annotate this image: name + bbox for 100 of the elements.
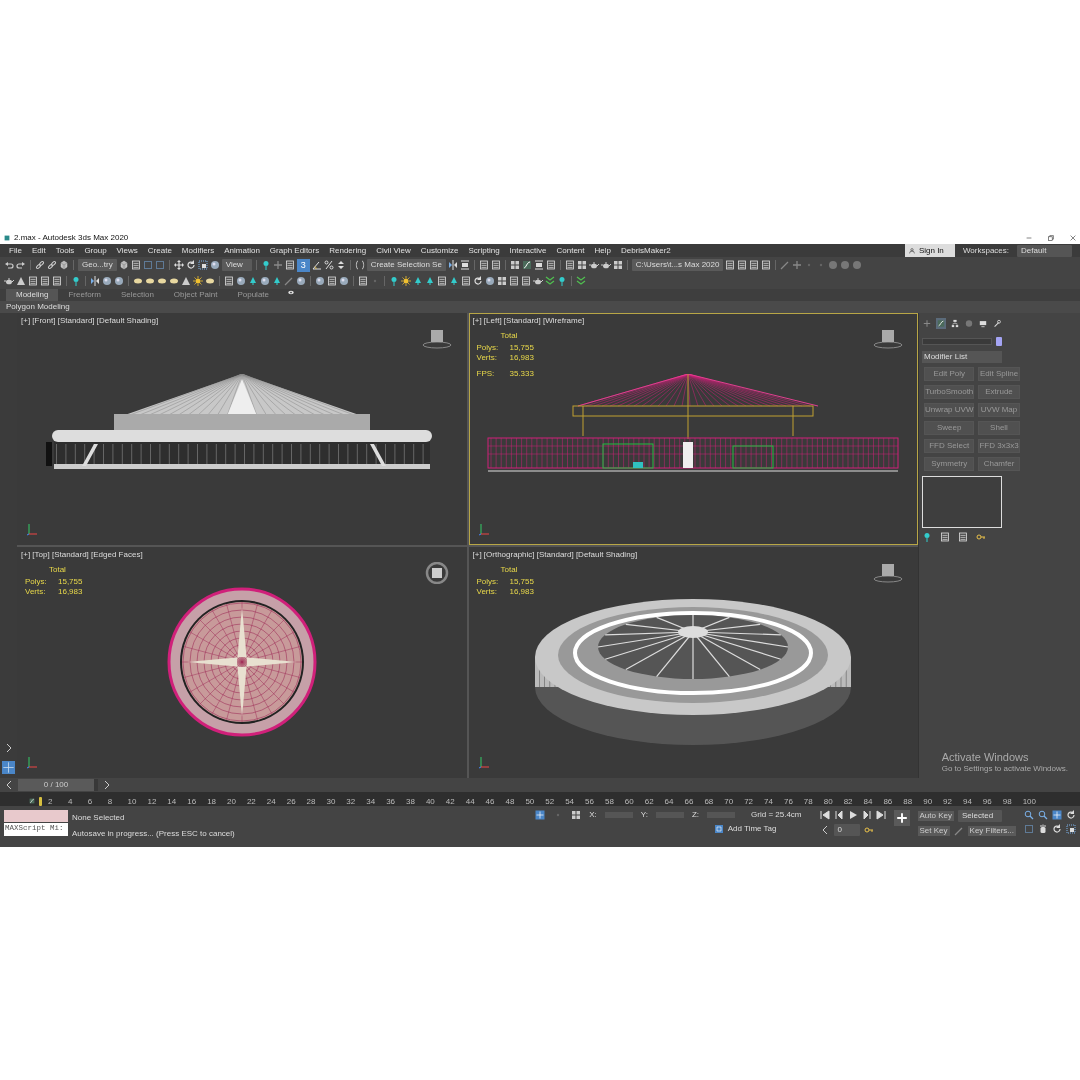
key-icon[interactable] [976, 532, 986, 542]
key-filters-button[interactable]: Key Filters... [967, 826, 1016, 836]
curve-icon[interactable] [29, 797, 35, 805]
table-icon[interactable] [509, 276, 519, 286]
crosshair-icon[interactable] [1052, 810, 1062, 820]
close-icon[interactable] [1070, 235, 1076, 241]
toolbar-dropdown[interactable]: View [221, 259, 252, 271]
listener-input-field[interactable] [4, 810, 68, 822]
table-icon[interactable] [749, 260, 760, 270]
cube-icon[interactable] [59, 260, 69, 270]
toolbar-dropdown[interactable]: Create Selection Se [366, 259, 446, 271]
disc-icon[interactable] [169, 276, 179, 286]
align-icon[interactable] [459, 260, 470, 270]
eye-icon[interactable] [287, 289, 295, 296]
grid-icon[interactable] [571, 810, 582, 820]
sphere-icon[interactable] [260, 276, 270, 286]
step-back-icon[interactable] [833, 810, 844, 820]
menu-item[interactable]: Group [79, 246, 112, 255]
frame-field[interactable]: 0 [833, 824, 860, 836]
ribbon-tab[interactable]: Modeling [6, 289, 59, 301]
ribbon-tab[interactable]: Object Paint [163, 289, 228, 301]
table-icon[interactable] [725, 260, 736, 270]
toolbar-dropdown[interactable]: C:\Users\t...s Max 2020 [631, 259, 724, 271]
viewport-frame[interactable]: [+] [Left] [Standard] [Wireframe] Total Polys: 15,755 Verts: 16,983 FPS: 35.333 [468, 313, 918, 545]
menu-item[interactable]: Graph Editors [264, 246, 325, 255]
set-key-button[interactable]: Set Key [917, 826, 950, 836]
viewcube-icon[interactable] [873, 561, 903, 584]
chevron-icon[interactable] [545, 276, 555, 286]
viewport-frame[interactable]: [+] [Front] [Standard] [Default Shading] [17, 313, 467, 545]
viewport-frame[interactable]: [+] [Top] [Standard] [Edged Faces] Total Polys: 15,755 Verts: 16,983 [17, 546, 467, 778]
sun-icon[interactable] [193, 276, 203, 286]
menu-item[interactable]: Modifiers [176, 246, 220, 255]
tree-icon[interactable] [272, 276, 282, 286]
viewport-label[interactable]: [+] [Orthographic] [Standard] [Default Shading] [472, 550, 638, 559]
panel-tab[interactable] [978, 318, 988, 329]
teapot-icon[interactable] [600, 260, 611, 270]
panel-tab[interactable] [992, 318, 1002, 329]
toolbar-dropdown[interactable]: Geo...try [78, 259, 117, 271]
sphere-icon[interactable] [339, 276, 349, 286]
table-icon[interactable] [940, 532, 950, 542]
ribbon-tab[interactable]: Populate [227, 289, 279, 301]
time-marker-icon[interactable] [39, 797, 42, 806]
snap-toggle[interactable]: 3 [296, 258, 310, 272]
add-time-tag-label[interactable]: Add Time Tag [727, 825, 777, 833]
redo-icon[interactable] [16, 260, 26, 270]
menu-item[interactable]: Content [551, 246, 590, 255]
menu-item[interactable]: Animation [219, 246, 265, 255]
viewport-label[interactable]: [+] [Left] [Standard] [Wireframe] [472, 317, 585, 325]
pin-icon[interactable] [71, 276, 81, 286]
pin-icon[interactable] [557, 276, 567, 286]
caret-left-icon[interactable] [4, 780, 14, 790]
viewcube-icon[interactable] [421, 328, 452, 350]
table-icon[interactable] [130, 260, 141, 270]
pin-icon[interactable] [922, 532, 932, 542]
table-icon[interactable] [52, 276, 62, 286]
key-mode-dropdown[interactable]: Selected [958, 810, 1002, 822]
tree-icon[interactable] [248, 276, 258, 286]
sphere-icon[interactable] [485, 276, 495, 286]
table-icon[interactable] [327, 276, 337, 286]
brace-icon[interactable] [354, 260, 365, 270]
auto-key-button[interactable]: Auto Key [917, 811, 954, 821]
menu-item[interactable]: Views [111, 246, 143, 255]
menu-item[interactable]: Create [142, 246, 177, 255]
pin-icon[interactable] [389, 276, 399, 286]
sphere-icon[interactable] [209, 260, 220, 270]
angle-icon[interactable] [311, 260, 322, 270]
skip-forward-icon[interactable] [875, 810, 886, 820]
table-icon[interactable] [737, 260, 748, 270]
viewport-label[interactable]: [+] [Top] [Standard] [Edged Faces] [21, 550, 143, 559]
table-icon[interactable] [461, 276, 471, 286]
table-icon[interactable] [958, 532, 968, 542]
plus-icon[interactable] [272, 260, 283, 270]
viewport-frame[interactable]: [+] [Orthographic] [Standard] [Default Shading] Total Polys: 15,755 Verts: 16,983 [468, 546, 918, 778]
panel-tab[interactable] [950, 318, 960, 329]
menu-item[interactable]: Scripting [463, 246, 505, 255]
scale-icon[interactable] [197, 260, 208, 270]
viewcube-icon[interactable] [873, 328, 903, 350]
workspaces-dropdown[interactable]: Default [1017, 244, 1072, 257]
skip-back-icon[interactable] [819, 810, 830, 820]
teapot-icon[interactable] [4, 276, 14, 286]
rotate-icon[interactable] [473, 276, 483, 286]
table-icon[interactable] [521, 276, 531, 286]
sphere-icon[interactable] [296, 276, 306, 286]
ribbon-tab[interactable]: Selection [110, 289, 164, 301]
play-icon[interactable] [847, 810, 858, 820]
table-icon[interactable] [437, 276, 447, 286]
table-icon[interactable] [564, 260, 575, 270]
caret-right-icon[interactable] [102, 780, 112, 790]
table-icon[interactable] [358, 276, 368, 286]
table-icon[interactable] [224, 276, 234, 286]
modifier-list-dropdown[interactable]: Modifier List [922, 351, 1002, 363]
rotate-icon[interactable] [185, 260, 196, 270]
cube-icon[interactable] [118, 260, 129, 270]
table-icon[interactable] [490, 260, 501, 270]
menu-item[interactable]: DebrisMaker2 [616, 246, 676, 255]
menu-item[interactable]: Tools [50, 246, 80, 255]
tree-icon[interactable] [449, 276, 459, 286]
table-icon[interactable] [761, 260, 772, 270]
sun-icon[interactable] [401, 276, 411, 286]
zoom-icon[interactable] [1024, 810, 1034, 820]
